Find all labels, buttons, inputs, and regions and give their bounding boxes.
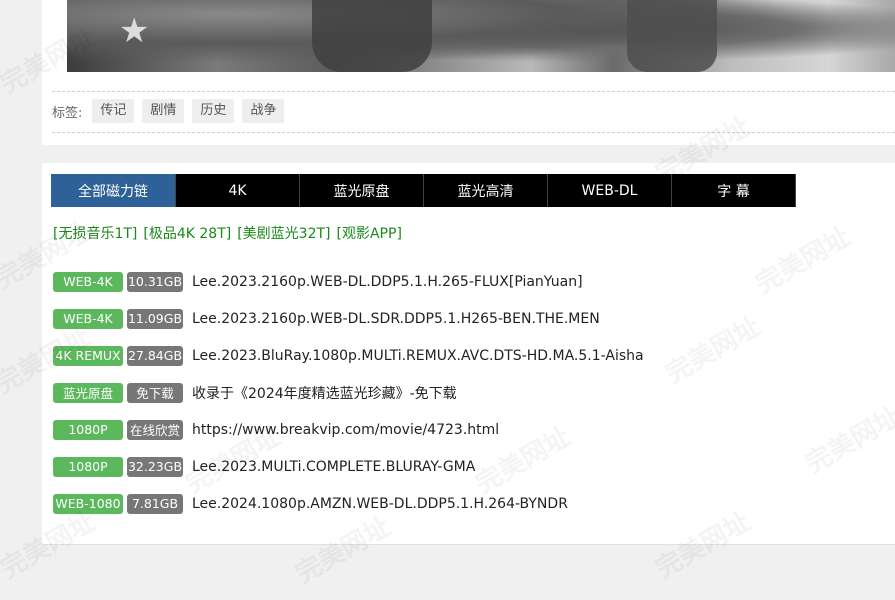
download-row: 蓝光原盘 免下载 收录于《2024年度精选蓝光珍藏》-免下载 (53, 374, 644, 411)
tab-all-magnet[interactable]: 全部磁力链 (51, 174, 176, 207)
size-badge: 7.81GB (127, 493, 183, 514)
download-link[interactable]: Lee.2023.BluRay.1080p.MULTi.REMUX.AVC.DT… (192, 348, 644, 364)
size-badge: 11.09GB (127, 308, 183, 329)
movie-header-card: ★ 标签: 传记 剧情 历史 战争 (42, 0, 895, 145)
divider (52, 91, 895, 92)
tab-4k[interactable]: 4K (176, 174, 300, 207)
star-emblem-icon: ★ (119, 11, 150, 51)
promo-link-lossless-music[interactable]: [无损音乐1T] (53, 223, 137, 243)
size-badge: 32.23GB (127, 456, 183, 477)
download-tabs: 全部磁力链 4K 蓝光原盘 蓝光高清 WEB-DL 字 幕 (51, 174, 796, 207)
download-row: WEB-1080 7.81GB Lee.2024.1080p.AMZN.WEB-… (53, 485, 644, 522)
size-badge: 免下载 (127, 382, 183, 403)
quality-badge: 1080P (53, 419, 123, 440)
promo-link-us-drama[interactable]: [美剧蓝光32T] (237, 223, 330, 243)
download-link[interactable]: Lee.2023.2160p.WEB-DL.DDP5.1.H.265-FLUX[… (192, 274, 583, 290)
tag-war[interactable]: 战争 (242, 99, 285, 123)
size-badge: 10.31GB (127, 271, 183, 292)
download-link[interactable]: Lee.2023.2160p.WEB-DL.SDR.DDP5.1.H265-BE… (192, 311, 600, 327)
quality-badge: 蓝光原盘 (53, 382, 123, 403)
download-link[interactable]: 收录于《2024年度精选蓝光珍藏》-免下载 (192, 383, 457, 403)
promo-links: [无损音乐1T] [极品4K 28T] [美剧蓝光32T] [观影APP] (53, 223, 402, 243)
tab-web-dl[interactable]: WEB-DL (548, 174, 672, 207)
download-row: WEB-4K 11.09GB Lee.2023.2160p.WEB-DL.SDR… (53, 300, 644, 337)
tag-history[interactable]: 历史 (192, 99, 235, 123)
download-list: WEB-4K 10.31GB Lee.2023.2160p.WEB-DL.DDP… (53, 263, 644, 522)
quality-badge: WEB-1080 (53, 493, 123, 514)
quality-badge: WEB-4K (53, 308, 123, 329)
quality-badge: 4K REMUX (53, 345, 123, 366)
divider (52, 132, 895, 133)
quality-badge: WEB-4K (53, 271, 123, 292)
tag-drama[interactable]: 剧情 (142, 99, 185, 123)
download-row: 4K REMUX 27.84GB Lee.2023.BluRay.1080p.M… (53, 337, 644, 374)
tag-list: 标签: 传记 剧情 历史 战争 (52, 99, 285, 123)
size-badge: 27.84GB (127, 345, 183, 366)
download-link[interactable]: https://www.breakvip.com/movie/4723.html (192, 422, 499, 438)
tag-biography[interactable]: 传记 (92, 99, 135, 123)
download-row: 1080P 32.23GB Lee.2023.MULTi.COMPLETE.BL… (53, 448, 644, 485)
download-panel: 全部磁力链 4K 蓝光原盘 蓝光高清 WEB-DL 字 幕 [无损音乐1T] [… (42, 163, 895, 545)
movie-still-image: ★ (67, 0, 895, 72)
download-link[interactable]: Lee.2023.MULTi.COMPLETE.BLURAY-GMA (192, 459, 475, 475)
tab-bluray-hd[interactable]: 蓝光高清 (424, 174, 548, 207)
download-row: WEB-4K 10.31GB Lee.2023.2160p.WEB-DL.DDP… (53, 263, 644, 300)
size-badge: 在线欣赏 (127, 419, 183, 440)
promo-link-app[interactable]: [观影APP] (337, 223, 402, 243)
tab-bluray-original[interactable]: 蓝光原盘 (300, 174, 424, 207)
quality-badge: 1080P (53, 456, 123, 477)
download-link[interactable]: Lee.2024.1080p.AMZN.WEB-DL.DDP5.1.H.264-… (192, 496, 568, 512)
tab-subtitles[interactable]: 字 幕 (672, 174, 796, 207)
tags-label: 标签: (52, 105, 83, 121)
promo-link-4k[interactable]: [极品4K 28T] (143, 223, 231, 243)
download-row: 1080P 在线欣赏 https://www.breakvip.com/movi… (53, 411, 644, 448)
